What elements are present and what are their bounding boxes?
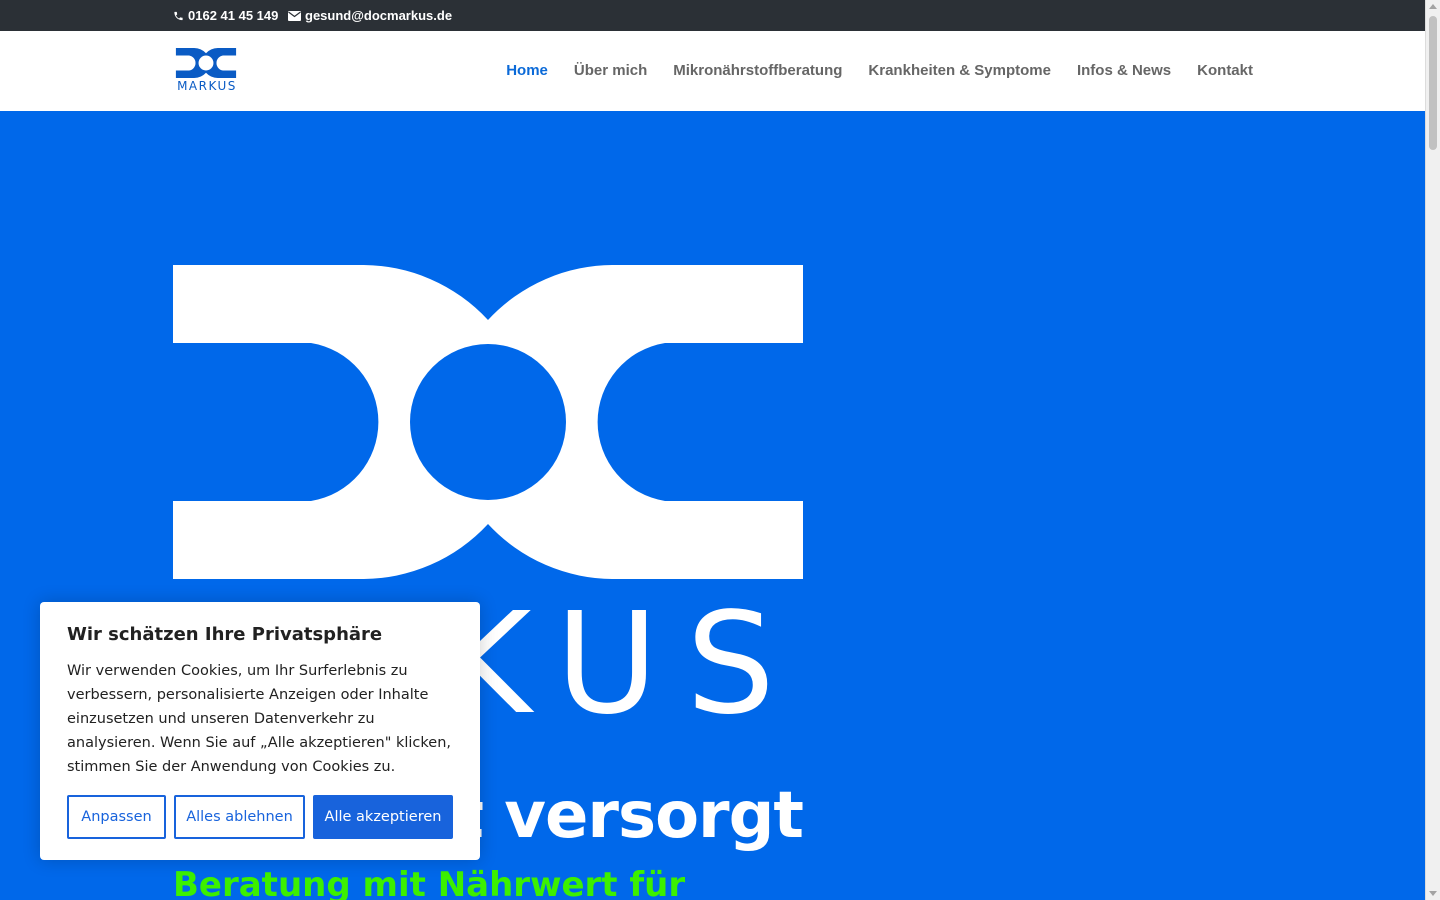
main-nav: Home Über mich Mikronährstoffberatung Kr… (506, 62, 1253, 79)
topbar-email-text: gesund@docmarkus.de (305, 8, 453, 23)
cookie-buttons: Anpassen Alles ablehnen Alle akzeptieren (67, 795, 453, 839)
top-bar: 0162 41 45 149 gesund@docmarkus.de (0, 0, 1425, 31)
scroll-down-icon[interactable] (1429, 891, 1437, 896)
cookie-text: Wir verwenden Cookies, um Ihr Surferlebn… (67, 663, 451, 775)
nav-home[interactable]: Home (506, 62, 548, 79)
scroll-up-icon[interactable] (1429, 4, 1437, 9)
site-header: MARKUS Home Über mich Mikronährstoffbera… (0, 31, 1425, 111)
nav-krankheiten-symptome[interactable]: Krankheiten & Symptome (868, 62, 1051, 79)
cookie-accept-button[interactable]: Alle akzeptieren (313, 795, 453, 839)
hero-doc-logo (173, 265, 803, 579)
nav-kontakt[interactable]: Kontakt (1197, 62, 1253, 79)
cookie-title: Wir schätzen Ihre Privatsphäre (67, 624, 383, 645)
topbar-email[interactable]: gesund@docmarkus.de (288, 8, 452, 23)
cookie-consent-banner: Wir schätzen Ihre Privatsphäre Wir verwe… (40, 602, 480, 860)
cookie-reject-button[interactable]: Alles ablehnen (174, 795, 305, 839)
nav-mikronaehrstoffberatung[interactable]: Mikronährstoffberatung (673, 62, 842, 79)
nav-ueber-mich[interactable]: Über mich (574, 62, 647, 79)
mail-icon (288, 10, 301, 21)
doc-logo-icon (175, 47, 237, 79)
page-scrollbar[interactable] (1425, 0, 1440, 900)
topbar-phone-text: 0162 41 45 149 (188, 8, 279, 23)
topbar-phone[interactable]: 0162 41 45 149 (173, 8, 278, 23)
hero-subheadline: Beratung mit Nährwert für (173, 865, 686, 900)
phone-icon (174, 11, 183, 20)
cookie-customize-button[interactable]: Anpassen (67, 795, 166, 839)
nav-infos-news[interactable]: Infos & News (1077, 62, 1171, 79)
logo-text: MARKUS (177, 79, 237, 93)
scrollbar-thumb[interactable] (1429, 16, 1437, 150)
